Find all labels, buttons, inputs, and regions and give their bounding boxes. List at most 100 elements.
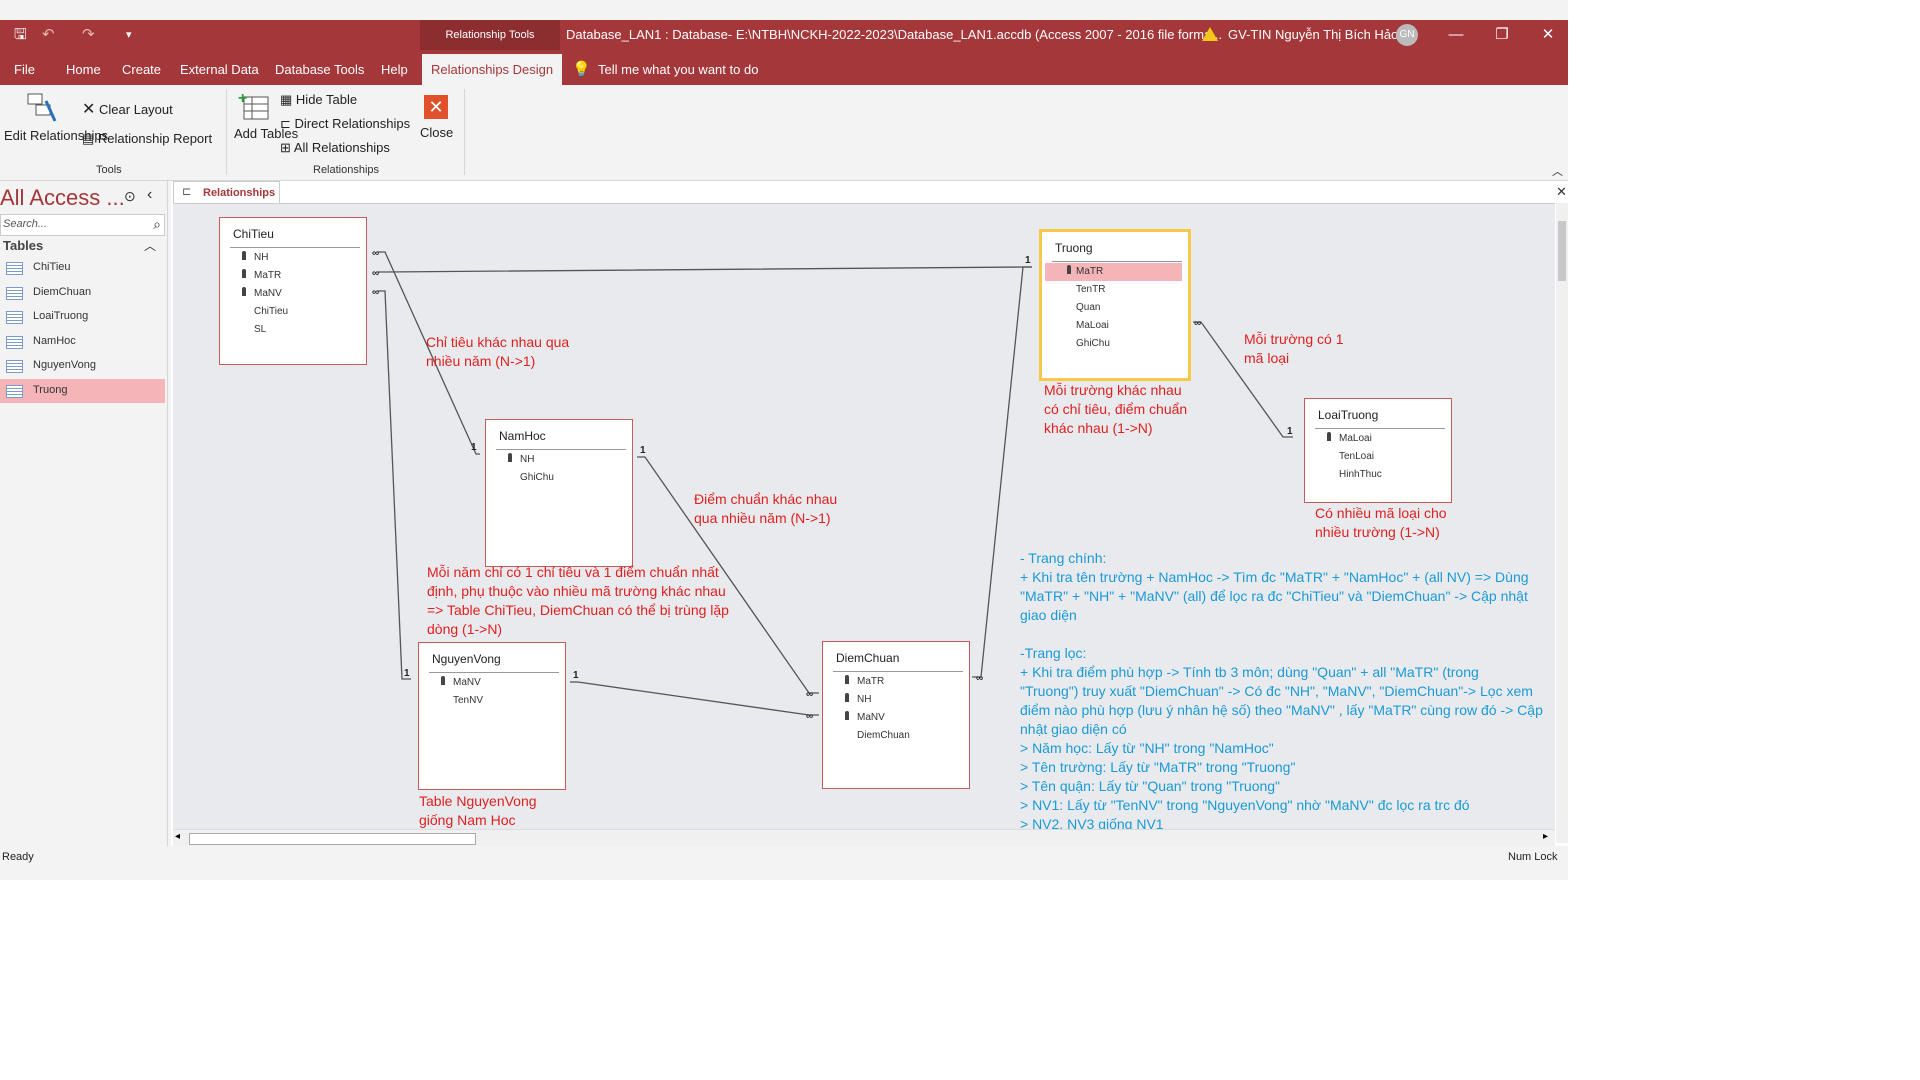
field-name: MaTR: [1076, 266, 1104, 277]
nav-search-input[interactable]: Search... ⌕: [0, 214, 165, 236]
field-row[interactable]: NH: [823, 691, 963, 709]
edit-relationships-icon: [27, 93, 57, 122]
close-window-button[interactable]: ✕: [1528, 20, 1568, 50]
undo-icon[interactable]: ↶: [42, 26, 55, 44]
chevron-up-icon[interactable]: ︿: [144, 237, 156, 254]
table-title: DiemChuan: [836, 651, 900, 665]
clear-layout-button[interactable]: ✕ Clear Layout: [82, 99, 173, 119]
close-relationships-button[interactable]: ✕ Close: [420, 95, 453, 140]
note-line: Mỗi năm chỉ có 1 chỉ tiêu và 1 điểm chuẩ…: [427, 564, 719, 580]
vertical-scroll-thumb[interactable]: [1558, 221, 1566, 281]
note-line: Điểm chuẩn khác nhau: [694, 491, 838, 507]
field-row[interactable]: NH: [486, 451, 626, 469]
field-name: Quan: [1076, 302, 1101, 313]
tell-me-input[interactable]: Tell me what you want to do: [598, 50, 758, 85]
tab-home[interactable]: Home: [66, 50, 101, 85]
vertical-scrollbar[interactable]: [1556, 203, 1568, 843]
field-row[interactable]: GhiChu: [486, 469, 626, 487]
field-row[interactable]: MaNV: [419, 674, 559, 692]
field-name: NH: [520, 454, 535, 465]
tab-database-tools[interactable]: Database Tools: [275, 50, 364, 85]
note-line: + Khi tra điểm phù hợp -> Tính tb 3 môn;…: [1020, 664, 1479, 680]
nav-item-diemchuan[interactable]: DiemChuan: [0, 281, 165, 305]
warning-icon: [1202, 27, 1218, 41]
relationships-document-tab[interactable]: ⊏ Relationships: [173, 181, 280, 204]
tables-section-header[interactable]: Tables: [3, 238, 43, 253]
save-icon[interactable]: 🖫: [14, 26, 27, 44]
rel-line-chitieu-nguyenvong: [378, 290, 411, 680]
field-name: MaLoai: [1339, 433, 1372, 444]
restore-button[interactable]: ❐: [1482, 20, 1522, 50]
field-row[interactable]: TenLoai: [1305, 448, 1445, 466]
field-name: HinhThuc: [1339, 469, 1382, 480]
tab-relationships-design[interactable]: Relationships Design: [422, 54, 563, 85]
one-marker: 1: [1287, 426, 1293, 437]
direct-relationships-button[interactable]: ⊏ Direct Relationships: [280, 116, 410, 132]
field-row[interactable]: MaNV: [823, 709, 963, 727]
contextual-label: Relationship Tools: [445, 29, 535, 41]
table-divider: [1315, 428, 1445, 429]
nav-header[interactable]: All Access ...: [0, 185, 125, 211]
field-row[interactable]: NH: [220, 249, 360, 267]
redo-icon[interactable]: ↷: [82, 26, 95, 44]
horizontal-scroll-thumb[interactable]: [189, 833, 476, 845]
field-row[interactable]: ChiTieu: [220, 303, 360, 321]
nav-item-chitieu[interactable]: ChiTieu: [0, 256, 165, 280]
tab-help[interactable]: Help: [381, 50, 408, 85]
nav-item-truong[interactable]: Truong: [0, 379, 165, 403]
table-title: ChiTieu: [233, 227, 274, 241]
table-truong[interactable]: Truong MaTR TenTR Quan MaLoai GhiChu: [1039, 229, 1191, 381]
field-row[interactable]: HinhThuc: [1305, 466, 1445, 484]
field-row[interactable]: TenNV: [419, 692, 559, 710]
tab-create[interactable]: Create: [122, 50, 161, 85]
many-marker: ∞: [372, 287, 379, 298]
many-marker: ∞: [806, 711, 813, 722]
edit-relationships-button[interactable]: Edit Relationships: [4, 91, 108, 161]
scroll-left-icon[interactable]: ◂: [175, 831, 180, 842]
note-line: Mỗi trường khác nhau: [1044, 382, 1182, 398]
nav-menu-icon[interactable]: ⊙: [124, 188, 136, 205]
user-name[interactable]: GV-TIN Nguyễn Thị Bích Hảo: [1228, 20, 1398, 50]
field-row[interactable]: Quan: [1042, 299, 1182, 317]
field-row[interactable]: MaTR: [823, 673, 963, 691]
field-row[interactable]: SL: [220, 321, 360, 339]
table-chitieu[interactable]: ChiTieu NH MaTR MaNV ChiTieu SL: [219, 217, 367, 365]
field-row-selected[interactable]: MaTR: [1045, 263, 1182, 281]
field-row[interactable]: MaNV: [220, 285, 360, 303]
tab-file[interactable]: File: [14, 50, 35, 85]
collapse-ribbon-icon[interactable]: ︿: [1552, 163, 1563, 179]
field-row[interactable]: TenTR: [1042, 281, 1182, 299]
close-document-icon[interactable]: ✕: [1556, 184, 1567, 200]
search-icon[interactable]: ⌕: [153, 216, 161, 233]
field-name: NH: [254, 252, 269, 263]
collapse-nav-icon[interactable]: ‹: [147, 186, 152, 204]
note-line: có chỉ tiêu, điểm chuẩn: [1044, 401, 1188, 417]
field-row[interactable]: MaTR: [220, 267, 360, 285]
table-loaitruong[interactable]: LoaiTruong MaLoai TenLoai HinhThuc: [1304, 398, 1452, 503]
table-nguyenvong[interactable]: NguyenVong MaNV TenNV: [418, 642, 566, 790]
document-tab-label: Relationships: [203, 187, 276, 199]
relationship-report-button[interactable]: ▤ Relationship Report: [82, 131, 212, 147]
nav-item-namhoc[interactable]: NamHoc: [0, 330, 165, 354]
customize-qat-icon[interactable]: ▾: [126, 26, 132, 44]
minimize-button[interactable]: —: [1436, 20, 1476, 50]
horizontal-scrollbar[interactable]: ◂ ▸: [173, 829, 1555, 846]
field-row[interactable]: MaLoai: [1042, 317, 1182, 335]
relationships-canvas[interactable]: ∞ ∞ ∞ 1 1 1 1 1 ∞ ∞ ∞ ∞ 1 ChiTieu NH MaT…: [173, 203, 1555, 830]
table-diemchuan[interactable]: DiemChuan MaTR NH MaNV DiemChuan: [822, 641, 970, 789]
scroll-right-icon[interactable]: ▸: [1543, 831, 1548, 842]
hide-table-button[interactable]: ▦ Hide Table: [280, 92, 357, 108]
tab-external-data[interactable]: External Data: [180, 50, 259, 85]
nav-item-loaitruong[interactable]: LoaiTruong: [0, 305, 165, 329]
primary-key-icon: [1327, 432, 1331, 441]
note-line: > Tên trường: Lấy từ "MaTR" trong "Truon…: [1020, 759, 1296, 775]
field-row[interactable]: DiemChuan: [823, 727, 963, 745]
field-row[interactable]: MaLoai: [1305, 430, 1445, 448]
add-tables-button[interactable]: + Add Tables: [234, 90, 298, 142]
avatar[interactable]: GN: [1396, 24, 1418, 46]
nav-item-nguyenvong[interactable]: NguyenVong: [0, 354, 165, 378]
hide-table-label: Hide Table: [295, 92, 358, 107]
field-row[interactable]: GhiChu: [1042, 335, 1182, 353]
table-namhoc[interactable]: NamHoc NH GhiChu: [485, 419, 633, 567]
all-relationships-button[interactable]: ⊞ All Relationships: [280, 140, 390, 156]
